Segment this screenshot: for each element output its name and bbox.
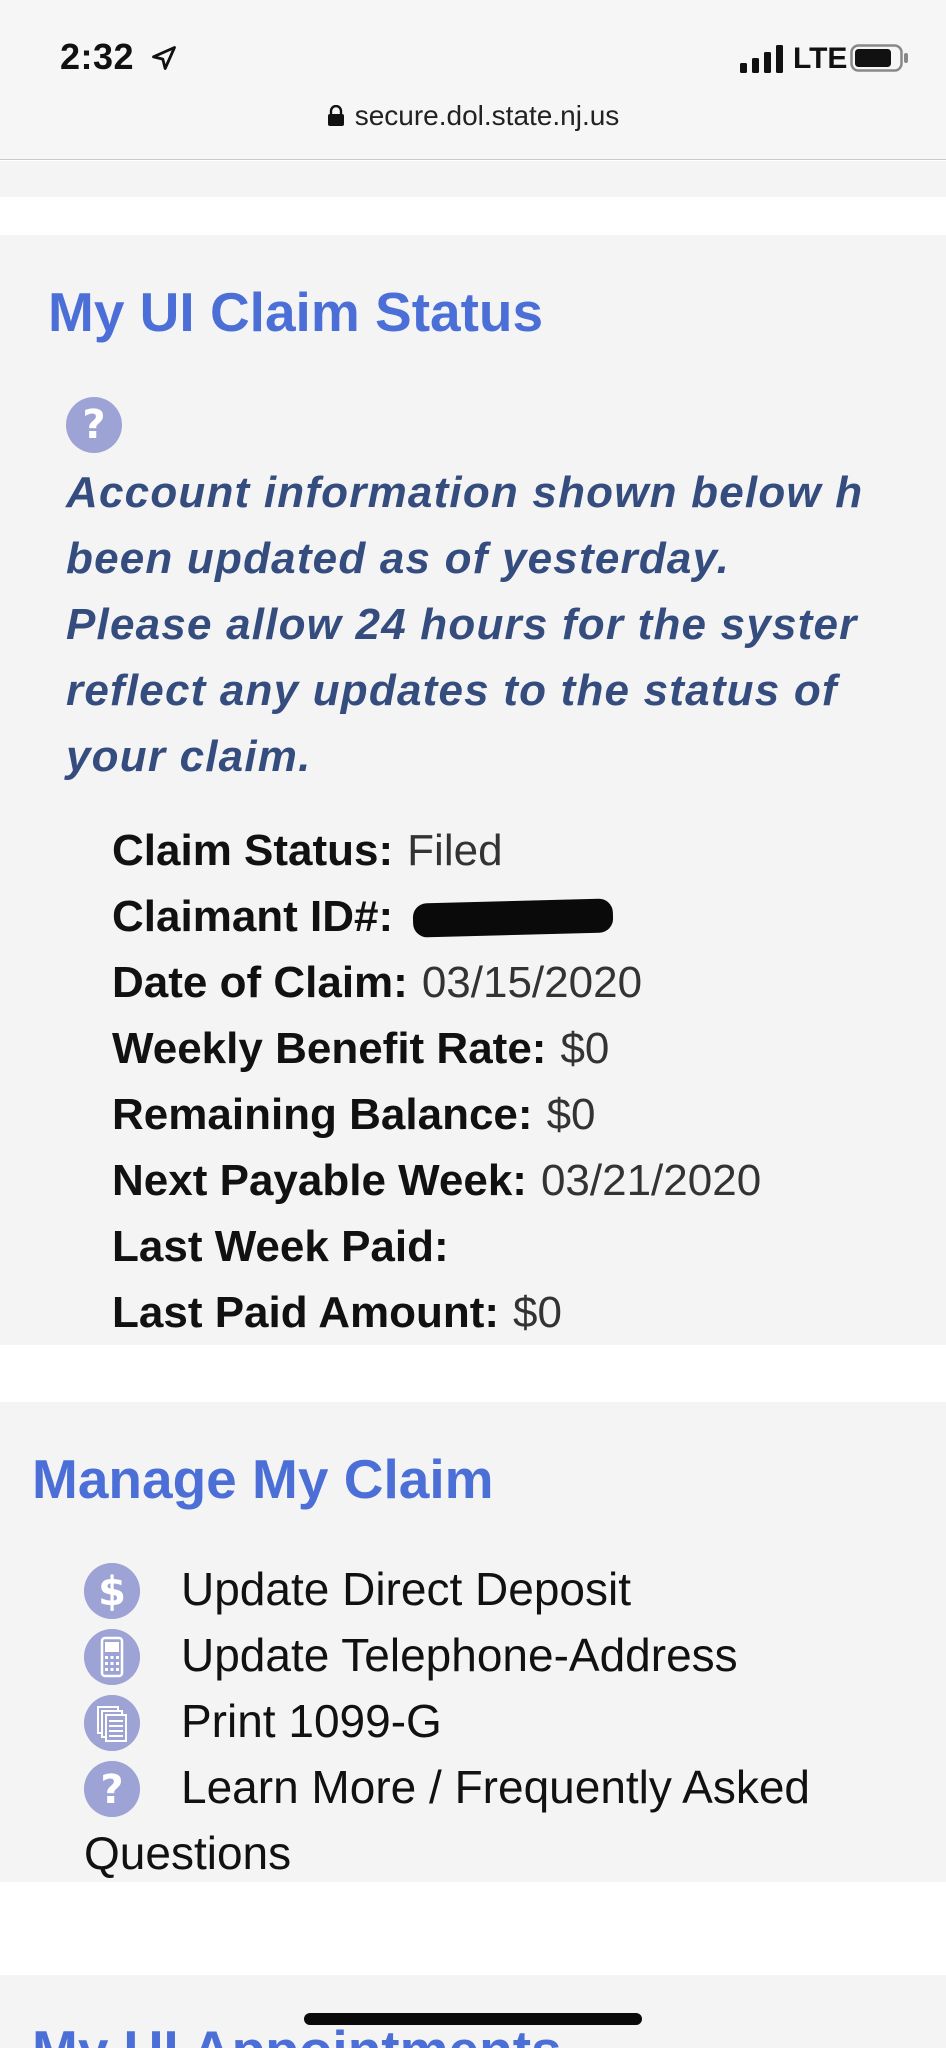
svg-text:$: $ xyxy=(98,1569,126,1615)
redaction-mark xyxy=(412,898,614,938)
print-1099g-link[interactable]: Print 1099-G xyxy=(84,1688,944,1754)
claimant-id-row: Claimant ID#: xyxy=(112,884,761,950)
home-indicator[interactable] xyxy=(304,2013,642,2025)
detail-label: Claimant ID#: xyxy=(112,892,394,941)
documents-icon xyxy=(84,1695,140,1751)
battery-icon xyxy=(850,44,908,72)
page: 2:32 LTE secure.dol.state.nj.us My UI Cl… xyxy=(0,0,946,2048)
phone-icon xyxy=(84,1629,140,1685)
network-type: LTE xyxy=(793,42,848,75)
detail-label: Date of Claim: xyxy=(112,958,408,1007)
detail-label: Last Week Paid: xyxy=(112,1222,449,1271)
link-label: Print 1099-G xyxy=(181,1695,442,1747)
last-paid-amount-row: Last Paid Amount: $0 xyxy=(112,1280,761,1346)
update-direct-deposit-link[interactable]: $ Update Direct Deposit xyxy=(84,1556,944,1622)
signal-bars-icon xyxy=(740,45,783,73)
remaining-balance-row: Remaining Balance: $0 xyxy=(112,1082,761,1148)
claim-status-title: My UI Claim Status xyxy=(48,281,544,343)
notice-line: your claim. xyxy=(66,732,312,781)
link-label: Learn More / Frequently Asked xyxy=(181,1761,810,1813)
manage-claim-links: $ Update Direct Deposit Update Telephone… xyxy=(84,1556,944,1879)
date-of-claim-row: Date of Claim: 03/15/2020 xyxy=(112,950,761,1016)
detail-value: 03/21/2020 xyxy=(540,1156,762,1205)
detail-value: $0 xyxy=(513,1288,562,1337)
claim-status-row: Claim Status: Filed xyxy=(112,818,761,884)
status-time: 2:32 xyxy=(60,36,135,77)
detail-label: Last Paid Amount: xyxy=(112,1288,500,1337)
detail-value: $0 xyxy=(546,1090,596,1139)
notice-line: been updated as of yesterday. xyxy=(66,534,731,583)
location-arrow-icon xyxy=(152,46,176,70)
question-icon[interactable]: ? xyxy=(66,397,122,453)
update-notice: Account information shown below h been u… xyxy=(66,460,946,790)
link-label-wrap: Questions xyxy=(84,1827,292,1879)
claim-details: Claim Status: Filed Claimant ID#: Date of… xyxy=(112,818,761,1346)
url-text: secure.dol.state.nj.us xyxy=(354,100,620,131)
update-telephone-address-link[interactable]: Update Telephone-Address xyxy=(84,1622,944,1688)
detail-value: $0 xyxy=(560,1024,610,1073)
detail-label: Claim Status: xyxy=(112,826,394,875)
notice-line: reflect any updates to the status of xyxy=(66,666,838,715)
dollar-icon: $ xyxy=(84,1563,140,1619)
detail-value: 03/15/2020 xyxy=(421,958,643,1007)
manage-claim-title: Manage My Claim xyxy=(32,1448,494,1510)
link-label: Update Direct Deposit xyxy=(181,1563,631,1615)
page-top-strip xyxy=(0,161,946,197)
question-icon: ? xyxy=(84,1761,140,1817)
browser-chrome: 2:32 LTE secure.dol.state.nj.us xyxy=(0,0,946,160)
notice-line: Account information shown below h xyxy=(66,468,864,517)
next-payable-week-row: Next Payable Week: 03/21/2020 xyxy=(112,1148,761,1214)
weekly-benefit-rate-row: Weekly Benefit Rate: $0 xyxy=(112,1016,761,1082)
detail-label: Weekly Benefit Rate: xyxy=(112,1024,547,1073)
svg-text:?: ? xyxy=(100,1767,123,1813)
detail-label: Remaining Balance: xyxy=(112,1090,533,1139)
address-bar[interactable]: secure.dol.state.nj.us xyxy=(0,100,946,132)
detail-value: Filed xyxy=(407,826,503,875)
last-week-paid-row: Last Week Paid: xyxy=(112,1214,761,1280)
learn-more-faq-link[interactable]: ? Learn More / Frequently Asked Question… xyxy=(84,1754,944,1879)
link-label: Update Telephone-Address xyxy=(181,1629,738,1681)
notice-line: Please allow 24 hours for the syster xyxy=(66,600,858,649)
detail-label: Next Payable Week: xyxy=(112,1156,527,1205)
lock-icon xyxy=(327,105,344,126)
